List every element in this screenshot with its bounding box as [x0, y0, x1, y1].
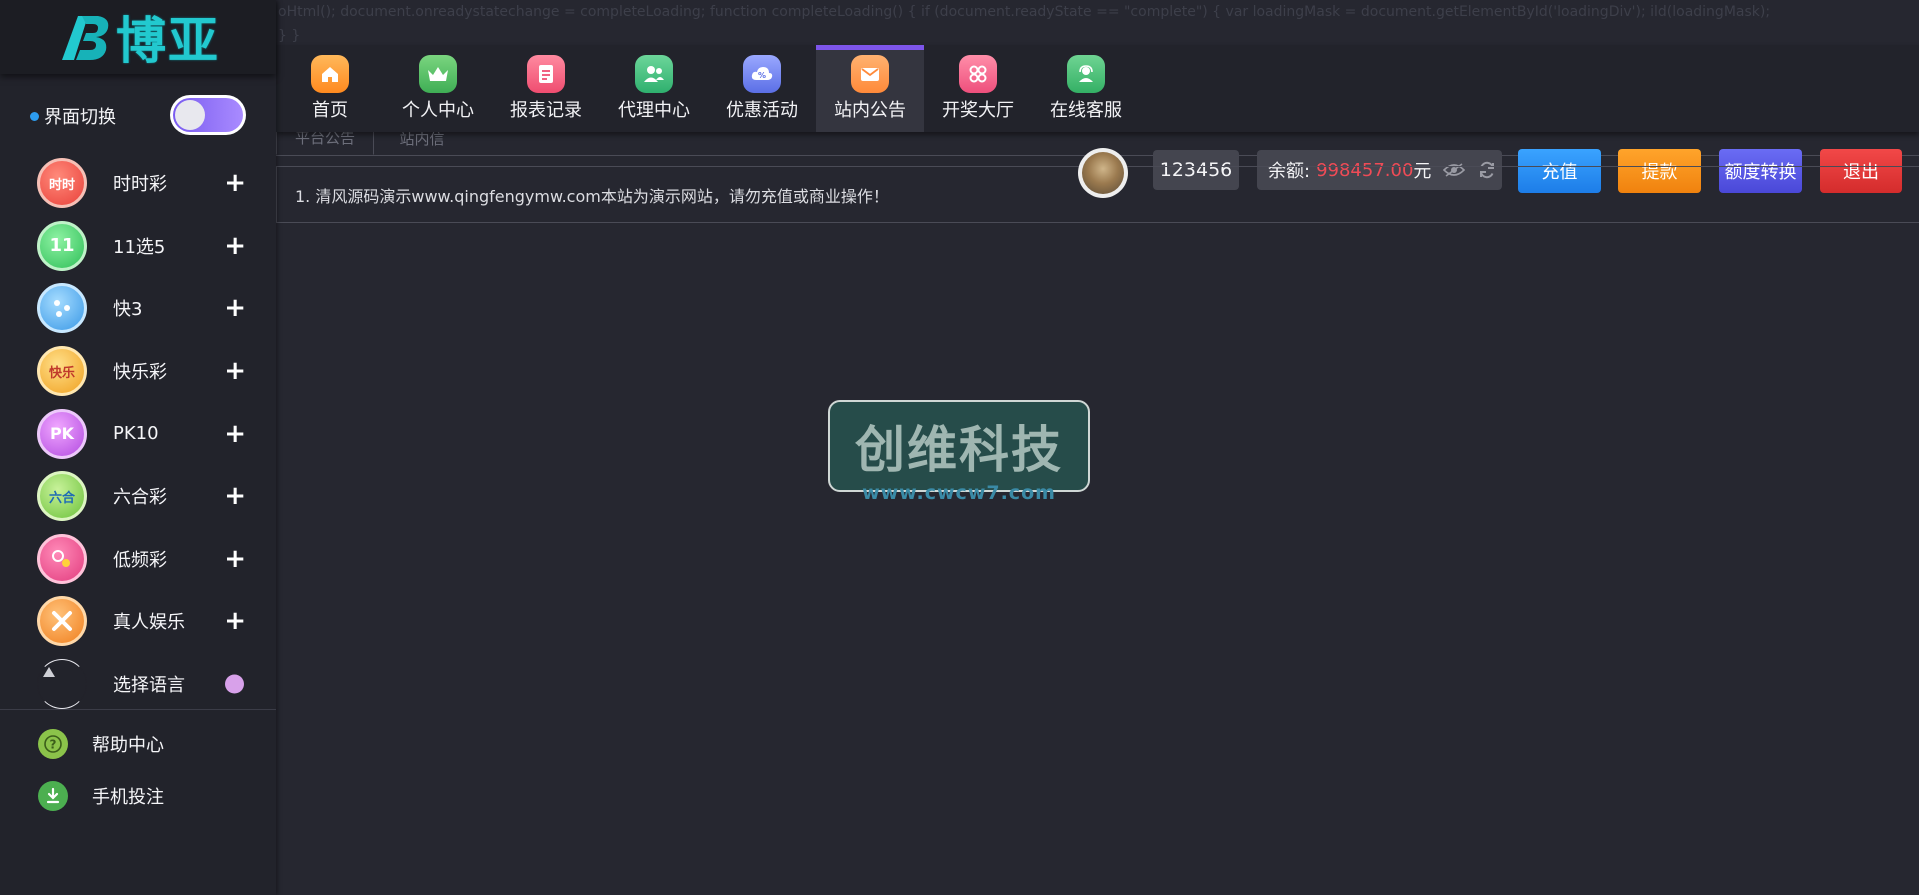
- watermark-text: 创维科技: [855, 421, 1063, 479]
- nav-item-announcements[interactable]: 站内公告: [816, 45, 924, 132]
- nav-label: 个人中心: [402, 100, 474, 121]
- shishicai-icon: 时时: [37, 158, 87, 209]
- sidebar-item-label: PK10: [113, 423, 159, 445]
- sidebar-item-shishicai[interactable]: 时时 时时彩 +: [0, 152, 276, 215]
- avatar[interactable]: [1078, 148, 1128, 198]
- watermark-box: 创维科技: [828, 400, 1090, 492]
- expand-plus-icon[interactable]: +: [224, 170, 246, 196]
- sidebar-item-label: 快乐彩: [113, 362, 167, 384]
- expand-plus-icon[interactable]: +: [224, 483, 246, 509]
- nav-label: 首页: [312, 100, 348, 121]
- lowfreq-icon: [37, 533, 87, 584]
- lottery-menu: 时时 时时彩 + 11 11选5 + 快3 + 快乐 快乐彩 + PK PK10…: [0, 152, 276, 715]
- site-logo[interactable]: 博亚: [0, 0, 276, 74]
- sidebar-item-label: 手机投注: [92, 787, 164, 808]
- theme-switch-label: 界面切换: [44, 107, 116, 128]
- page-source-text: oHtml(); document.onreadystatechange = c…: [278, 4, 1771, 44]
- liuhecai-icon: 六合: [37, 471, 87, 522]
- expand-plus-icon[interactable]: +: [224, 233, 246, 259]
- promo-icon: %: [743, 55, 781, 93]
- logo-text: 博亚: [116, 12, 220, 70]
- sidebar-item-label: 六合彩: [113, 487, 167, 509]
- sidebar-item-kuailecai[interactable]: 快乐 快乐彩 +: [0, 340, 276, 403]
- expand-plus-icon[interactable]: +: [224, 295, 246, 321]
- nav-item-personal-center[interactable]: 个人中心: [384, 45, 492, 132]
- language-icon: [37, 659, 87, 710]
- language-dot-icon[interactable]: [225, 674, 244, 694]
- theme-switch: 界面切换: [30, 95, 246, 137]
- expand-plus-icon[interactable]: +: [224, 358, 246, 384]
- watermark: 创维科技 www.cwcw7.com: [828, 400, 1092, 508]
- nav-label: 报表记录: [510, 100, 582, 121]
- home-icon: [311, 55, 349, 93]
- nav-item-home[interactable]: 首页: [276, 45, 384, 132]
- nav-label: 代理中心: [618, 100, 690, 121]
- sidebar-item-live-casino[interactable]: 真人娱乐 +: [0, 590, 276, 653]
- sidebar-item-liuhecai[interactable]: 六合 六合彩 +: [0, 465, 276, 528]
- nav-label: 开奖大厅: [942, 100, 1014, 121]
- sidebar-item-language[interactable]: 选择语言: [0, 653, 276, 716]
- announcement-text: 1. 清风源码演示www.qingfengymw.com本站为演示网站，请勿充值…: [295, 186, 889, 206]
- sidebar-item-label: 时时彩: [113, 174, 167, 196]
- sidebar-item-label: 真人娱乐: [113, 612, 185, 634]
- help-icon: ?: [38, 729, 68, 759]
- sidebar-divider: [0, 709, 276, 710]
- dice-icon: [37, 283, 87, 334]
- sidebar-item-kuai3[interactable]: 快3 +: [0, 277, 276, 340]
- sidebar-item-label: 选择语言: [113, 675, 185, 697]
- tab-platform-announcements[interactable]: 平台公告: [276, 128, 374, 155]
- support-icon: [1067, 55, 1105, 93]
- sidebar-item-label: 低频彩: [113, 549, 167, 571]
- nav-item-lottery-hall[interactable]: 开奖大厅: [924, 45, 1032, 132]
- logo-mark-icon: [62, 16, 109, 60]
- sidebar-item-label: 11选5: [113, 236, 166, 258]
- svg-text:%: %: [758, 71, 766, 80]
- nav-item-promotions[interactable]: % 优惠活动: [708, 45, 816, 132]
- expand-plus-icon[interactable]: +: [224, 608, 246, 634]
- sidebar-item-help[interactable]: ? 帮助中心: [0, 722, 276, 766]
- bullet-icon: [30, 111, 39, 121]
- sidebar-item-pk10[interactable]: PK PK10 +: [0, 402, 276, 465]
- nav-label: 站内公告: [834, 100, 906, 121]
- report-icon: [527, 55, 565, 93]
- live-casino-icon: [37, 596, 87, 647]
- nav-item-online-support[interactable]: 在线客服: [1032, 45, 1140, 132]
- sidebar-item-label: 帮助中心: [92, 735, 164, 756]
- expand-plus-icon[interactable]: +: [224, 546, 246, 572]
- toggle-knob: [175, 100, 205, 130]
- download-icon: [38, 781, 68, 811]
- watermark-url: www.cwcw7.com: [862, 482, 1056, 504]
- mail-icon: [851, 55, 889, 93]
- nav-label: 在线客服: [1050, 100, 1122, 121]
- sidebar-item-label: 快3: [113, 299, 143, 321]
- 11x5-icon: 11: [37, 220, 87, 271]
- top-nav: 首页 个人中心 报表记录 代理中心 % 优惠活动 站内公告 开奖大厅 在线客服: [276, 45, 1919, 132]
- expand-plus-icon[interactable]: +: [224, 421, 246, 447]
- lottery-hall-icon: [959, 55, 997, 93]
- nav-item-agent-center[interactable]: 代理中心: [600, 45, 708, 132]
- nav-label: 优惠活动: [726, 100, 798, 121]
- agent-icon: [635, 55, 673, 93]
- crown-icon: [419, 55, 457, 93]
- pk10-icon: PK: [37, 408, 87, 459]
- sidebar-item-mobile-bet[interactable]: 手机投注: [0, 774, 276, 818]
- sidebar: 博亚 界面切换 时时 时时彩 + 11 11选5 + 快3 + 快乐 快乐彩 +…: [0, 0, 276, 895]
- kuailecai-icon: 快乐: [37, 346, 87, 397]
- theme-toggle[interactable]: [170, 95, 246, 135]
- tab-site-messages[interactable]: 站内信: [374, 128, 470, 155]
- sidebar-item-11x5[interactable]: 11 11选5 +: [0, 215, 276, 278]
- svg-text:?: ?: [50, 738, 57, 752]
- sidebar-item-lowfreq[interactable]: 低频彩 +: [0, 528, 276, 591]
- nav-item-reports[interactable]: 报表记录: [492, 45, 600, 132]
